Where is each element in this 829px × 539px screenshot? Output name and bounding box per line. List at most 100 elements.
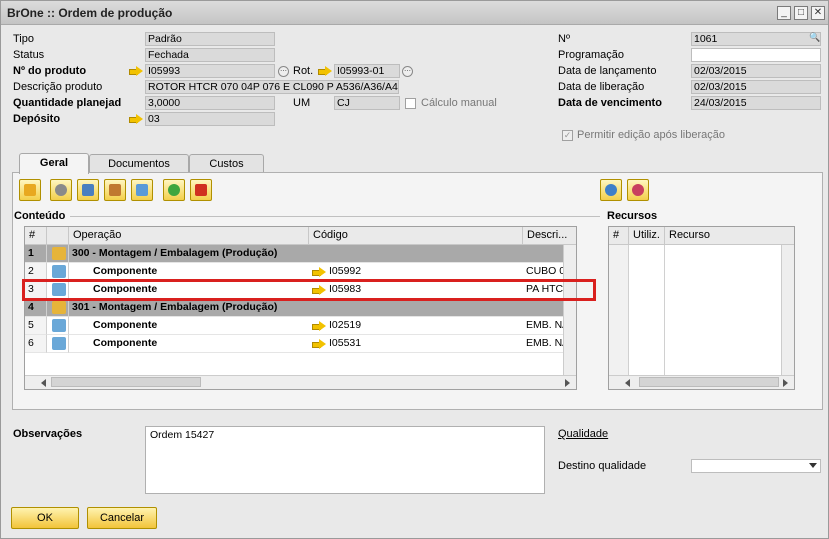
programacao-label: Programação <box>558 49 624 61</box>
scroll-thumb[interactable] <box>51 377 201 387</box>
deposito-field[interactable]: 03 <box>145 112 275 126</box>
col-header-num[interactable]: # <box>25 227 47 245</box>
numero-field[interactable]: 1061 <box>691 32 821 46</box>
recursos-num-column <box>609 245 629 375</box>
tipo-field[interactable]: Padrão <box>145 32 275 46</box>
scroll-left-icon[interactable] <box>41 379 46 387</box>
minimize-icon[interactable]: _ <box>777 6 791 20</box>
recursos-horizontal-scrollbar[interactable] <box>609 375 795 389</box>
tab-geral[interactable]: Geral <box>19 153 89 174</box>
link-arrow-icon[interactable] <box>129 66 143 76</box>
numero-label: Nº <box>558 33 570 45</box>
folder-icon <box>52 301 66 314</box>
scroll-right-icon[interactable] <box>565 379 570 387</box>
recursos-col-utiliz[interactable]: Utiliz. <box>629 227 665 245</box>
status-field[interactable]: Fechada <box>145 48 275 62</box>
vencimento-field[interactable]: 24/03/2015 <box>691 96 821 110</box>
component-icon <box>52 265 66 278</box>
table-row[interactable]: 5ComponenteI02519EMB. NA( <box>25 317 576 335</box>
conteudo-grid: # Operação Código Descri... 1 300 - Monta… <box>24 226 577 390</box>
tab-custos[interactable]: Custos <box>189 154 264 174</box>
choose-from-list-icon[interactable]: ⋯ <box>278 66 289 77</box>
qtd-label: Quantidade planejad <box>13 97 121 109</box>
tab-documentos[interactable]: Documentos <box>89 154 189 174</box>
col-header-descricao[interactable]: Descri... <box>523 227 577 245</box>
destino-label: Destino qualidade <box>558 460 646 472</box>
produto-label: Nº do produto <box>13 65 86 77</box>
box-button[interactable] <box>131 179 153 201</box>
component-icon <box>47 317 69 335</box>
recursos-col-num[interactable]: # <box>609 227 629 245</box>
link-arrow-icon[interactable] <box>312 267 326 277</box>
row-number: 1 <box>25 245 47 263</box>
remove-resource-button[interactable] <box>627 179 649 201</box>
link-arrow-icon[interactable] <box>312 339 326 349</box>
choose-from-list-icon[interactable]: ⋯ <box>402 66 413 77</box>
row-number: 4 <box>25 299 47 317</box>
scroll-right-icon[interactable] <box>783 379 788 387</box>
refresh-button[interactable] <box>163 179 185 201</box>
destino-select[interactable] <box>691 459 821 473</box>
operacao-cell: Componente <box>69 317 309 335</box>
codigo-cell <box>309 299 523 317</box>
codigo-cell: I02519 <box>309 317 523 335</box>
cancel-button[interactable]: Cancelar <box>87 507 157 529</box>
calculo-label: Cálculo manual <box>421 97 497 109</box>
calculo-manual-checkbox[interactable] <box>405 98 416 109</box>
col-header-codigo[interactable]: Código <box>309 227 523 245</box>
recursos-vertical-scrollbar[interactable] <box>781 245 795 375</box>
um-label: UM <box>293 97 310 109</box>
obs-label: Observações <box>13 428 82 440</box>
programacao-field[interactable] <box>691 48 821 62</box>
conteudo-title: Conteúdo <box>14 210 65 222</box>
settings-gear-button[interactable] <box>50 179 72 201</box>
recursos-utiliz-column <box>629 245 665 375</box>
um-field[interactable]: CJ <box>334 96 400 110</box>
scroll-left-icon[interactable] <box>625 379 630 387</box>
horizontal-scrollbar[interactable] <box>25 375 577 389</box>
group-row[interactable]: 1 300 - Montagem / Embalagem (Produção) <box>25 245 576 263</box>
vertical-scrollbar[interactable] <box>563 245 577 375</box>
maximize-icon[interactable]: □ <box>794 6 808 20</box>
permitir-checkbox[interactable]: ✓ <box>562 130 573 141</box>
lancamento-field[interactable]: 02/03/2015 <box>691 64 821 78</box>
rot-field[interactable]: I05993-01 <box>334 64 400 78</box>
link-arrow-icon[interactable] <box>318 66 332 76</box>
add-resource-button[interactable] <box>600 179 622 201</box>
users-button[interactable] <box>77 179 99 201</box>
search-icon[interactable]: 🔍 <box>809 32 820 43</box>
operacao-cell: 300 - Montagem / Embalagem (Produção) <box>69 245 309 263</box>
highlight-box <box>22 279 596 301</box>
tipo-label: Tipo <box>13 33 34 45</box>
permitir-label: Permitir edição após liberação <box>577 129 725 141</box>
vencimento-label: Data de vencimento <box>558 97 662 109</box>
geral-panel: Conteúdo Recursos # Operação Código Desc… <box>12 172 823 410</box>
col-header-operacao[interactable]: Operação <box>69 227 309 245</box>
liberacao-field[interactable]: 02/03/2015 <box>691 80 821 94</box>
row-number: 5 <box>25 317 47 335</box>
close-icon[interactable]: ✕ <box>811 6 825 20</box>
qtd-field[interactable]: 3,0000 <box>145 96 275 110</box>
tools-button[interactable] <box>104 179 126 201</box>
produto-field[interactable]: I05993 <box>145 64 275 78</box>
folder-icon <box>52 247 66 260</box>
descricao-field[interactable]: ROTOR HTCR 070 04P 076 E CL090 P A536/A3… <box>145 80 399 94</box>
status-label: Status <box>13 49 44 61</box>
qualidade-link[interactable]: Qualidade <box>558 428 608 440</box>
codigo-cell: I05531 <box>309 335 523 353</box>
deposito-label: Depósito <box>13 113 60 125</box>
folder-open-button[interactable] <box>19 179 41 201</box>
title-bar: BrOne :: Ordem de produção _ □ ✕ <box>1 1 828 25</box>
chevron-down-icon[interactable] <box>809 463 817 468</box>
delete-button[interactable] <box>190 179 212 201</box>
table-row[interactable]: 6ComponenteI05531EMB. NA( <box>25 335 576 353</box>
folder-icon <box>47 245 69 263</box>
ok-button[interactable]: OK <box>11 507 79 529</box>
group-row[interactable]: 4301 - Montagem / Embalagem (Produção) <box>25 299 576 317</box>
link-arrow-icon[interactable] <box>129 114 143 124</box>
scroll-thumb[interactable] <box>639 377 779 387</box>
obs-textarea[interactable]: Ordem 15427 <box>145 426 545 494</box>
recursos-col-recurso[interactable]: Recurso <box>665 227 795 245</box>
descricao-label: Descrição produto <box>13 81 102 93</box>
link-arrow-icon[interactable] <box>312 321 326 331</box>
